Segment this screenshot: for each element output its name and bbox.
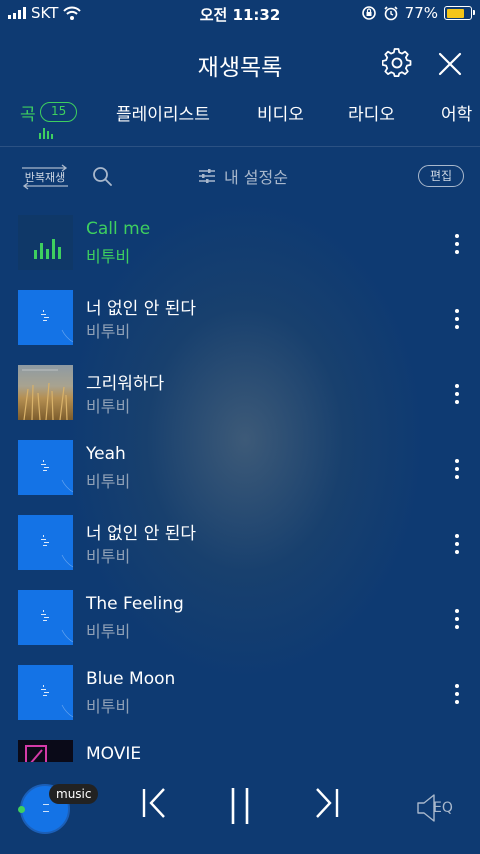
tab-songs[interactable]: 곡 xyxy=(20,100,36,125)
now-playing-equalizer-icon xyxy=(34,239,61,259)
previous-icon[interactable] xyxy=(140,786,168,820)
song-title: The Feeling xyxy=(86,594,184,614)
more-options-icon[interactable] xyxy=(454,384,460,404)
search-icon[interactable] xyxy=(92,166,112,186)
more-options-icon[interactable] xyxy=(454,459,460,479)
song-row[interactable]: Blue Moon 비투비 xyxy=(0,656,480,731)
album-art xyxy=(18,590,73,645)
repeat-button[interactable]: 반복재생 xyxy=(18,164,72,190)
more-options-icon[interactable] xyxy=(454,309,460,329)
song-title: 그리워하다 xyxy=(86,374,165,394)
eq-label: EQ xyxy=(433,800,453,816)
song-artist: 비투비 xyxy=(86,472,131,491)
now-playing-dot xyxy=(18,806,25,813)
song-title: MOVIE xyxy=(86,744,142,762)
song-row[interactable]: MOVIE xyxy=(0,731,480,762)
gear-icon[interactable] xyxy=(382,48,412,78)
song-count-badge: 15 xyxy=(40,102,78,122)
song-artist: 비투비 xyxy=(86,622,131,641)
song-artist: 비투비 xyxy=(86,322,131,341)
sort-button[interactable]: 내 설정순 xyxy=(198,164,288,188)
album-art xyxy=(18,740,73,762)
status-bar: SKT 오전 11:32 77% xyxy=(0,0,480,28)
music-tag: music xyxy=(49,784,99,804)
song-title: 너 없인 안 된다 xyxy=(86,299,197,319)
song-row[interactable]: 너 없인 안 된다 비투비 xyxy=(0,281,480,356)
album-art xyxy=(18,365,73,420)
battery-fill xyxy=(446,8,465,18)
song-row-now-playing[interactable]: Call me 비투비 xyxy=(0,206,480,281)
pause-icon[interactable] xyxy=(227,786,253,826)
tab-radio[interactable]: 라디오 xyxy=(348,100,395,125)
next-icon[interactable] xyxy=(313,786,341,820)
more-options-icon[interactable] xyxy=(454,534,460,554)
divider xyxy=(0,146,480,147)
battery-percent: 77% xyxy=(404,4,438,22)
song-list: Call me 비투비 너 없인 안 된다 비투비 그리워하다 비투비 Yeah… xyxy=(0,206,480,762)
tab-playlists[interactable]: 플레이리스트 xyxy=(116,100,210,125)
status-right: 77% xyxy=(361,4,475,22)
tab-language[interactable]: 어학 xyxy=(441,100,472,125)
battery-icon xyxy=(444,6,475,20)
album-art xyxy=(18,515,73,570)
song-artist: 비투비 xyxy=(86,697,131,716)
more-options-icon[interactable] xyxy=(454,609,460,629)
tab-videos[interactable]: 비디오 xyxy=(257,100,304,125)
album-art xyxy=(18,290,73,345)
orientation-lock-icon xyxy=(361,6,376,20)
song-title: Yeah xyxy=(86,444,126,464)
song-title: 너 없인 안 된다 xyxy=(86,524,197,544)
song-artist: 비투비 xyxy=(86,247,131,266)
sliders-icon xyxy=(199,169,215,183)
song-row[interactable]: The Feeling 비투비 xyxy=(0,581,480,656)
title-bar: 재생목록 xyxy=(0,44,480,84)
album-art xyxy=(18,215,73,270)
equalizer-icon xyxy=(39,128,53,139)
song-row[interactable]: 그리워하다 비투비 xyxy=(0,356,480,431)
song-row[interactable]: Yeah 비투비 xyxy=(0,431,480,506)
player-bar: music EQ xyxy=(0,762,480,854)
song-artist: 비투비 xyxy=(86,397,131,416)
album-art xyxy=(18,665,73,720)
list-toolbar: 반복재생 내 설정순 편집 xyxy=(0,158,480,194)
song-title: Blue Moon xyxy=(86,669,176,689)
eq-button[interactable]: EQ xyxy=(416,792,460,824)
repeat-label: 반복재생 xyxy=(24,171,66,184)
alarm-icon xyxy=(384,6,398,21)
song-row[interactable]: 너 없인 안 된다 비투비 xyxy=(0,506,480,581)
song-artist: 비투비 xyxy=(86,547,131,566)
sort-label: 내 설정순 xyxy=(224,168,288,187)
album-art xyxy=(18,440,73,495)
more-options-icon[interactable] xyxy=(454,684,460,704)
more-options-icon[interactable] xyxy=(454,234,460,254)
edit-button[interactable]: 편집 xyxy=(418,165,464,187)
song-title: Call me xyxy=(86,219,151,239)
close-icon[interactable] xyxy=(436,50,464,78)
